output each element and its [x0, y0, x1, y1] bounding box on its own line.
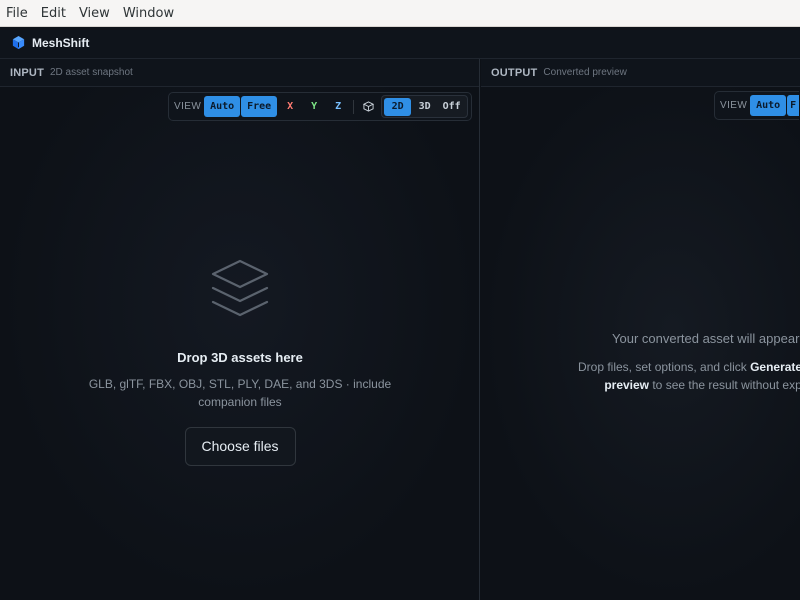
output-panel-header: OUTPUT Converted preview [481, 59, 800, 87]
output-placeholder-title: Your converted asset will appear [612, 331, 800, 346]
dim-off-button[interactable]: Off [438, 98, 465, 116]
menu-bar: File Edit View Window [0, 0, 800, 27]
menu-window[interactable]: Window [123, 6, 174, 21]
output-view-free-button[interactable]: F [787, 95, 800, 116]
menu-file[interactable]: File [6, 6, 28, 21]
view-free-button[interactable]: Free [241, 96, 278, 117]
layers-icon [211, 259, 269, 317]
view-y-axis-button[interactable]: Y [302, 96, 326, 117]
output-desc-preview: preview [604, 378, 650, 392]
cube-logo-icon [11, 35, 26, 50]
drop-zone[interactable]: Drop 3D assets here GLB, glTF, FBX, OBJ,… [0, 259, 479, 466]
input-panel-subtitle: 2D asset snapshot [50, 67, 133, 78]
input-panel-header: INPUT 2D asset snapshot [0, 59, 479, 87]
dimension-toggle-group: 2D 3D Off [381, 95, 469, 118]
cube-icon[interactable] [357, 96, 379, 117]
drop-zone-title: Drop 3D assets here [177, 350, 303, 365]
app-title: MeshShift [32, 35, 90, 50]
view-z-axis-button[interactable]: Z [326, 96, 350, 117]
menu-edit[interactable]: Edit [41, 6, 66, 21]
output-view-toolbar: VIEW Auto F [714, 91, 800, 120]
input-view-toolbar: VIEW Auto Free X Y Z 2D 3D Off [168, 92, 473, 121]
output-panel-title: OUTPUT [491, 66, 538, 79]
output-panel: OUTPUT Converted preview VIEW Auto F You… [481, 59, 800, 600]
output-placeholder-text: Drop files, set options, and click Gener… [578, 358, 800, 394]
view-auto-button[interactable]: Auto [204, 96, 241, 117]
menu-view[interactable]: View [79, 6, 110, 21]
drop-zone-subtitle: GLB, glTF, FBX, OBJ, STL, PLY, DAE, and … [88, 377, 392, 409]
output-desc-line1: Drop files, set options, and click [578, 360, 751, 374]
input-panel-title: INPUT [10, 66, 44, 79]
choose-files-button[interactable]: Choose files [184, 427, 296, 466]
view-x-axis-button[interactable]: X [278, 96, 302, 117]
dim-2d-button[interactable]: 2D [384, 97, 412, 116]
app-header: MeshShift [0, 27, 800, 59]
output-desc-line2: to see the result without exp [649, 378, 800, 392]
toolbar-divider [353, 99, 355, 114]
view-label: VIEW [174, 101, 202, 112]
dim-3d-button[interactable]: 3D [411, 98, 438, 116]
output-panel-subtitle: Converted preview [543, 67, 627, 78]
output-desc-generate: Generate [750, 360, 800, 374]
input-panel: INPUT 2D asset snapshot VIEW Auto Free X… [0, 59, 480, 600]
output-view-auto-button[interactable]: Auto [750, 95, 787, 116]
output-view-label: VIEW [720, 100, 748, 111]
